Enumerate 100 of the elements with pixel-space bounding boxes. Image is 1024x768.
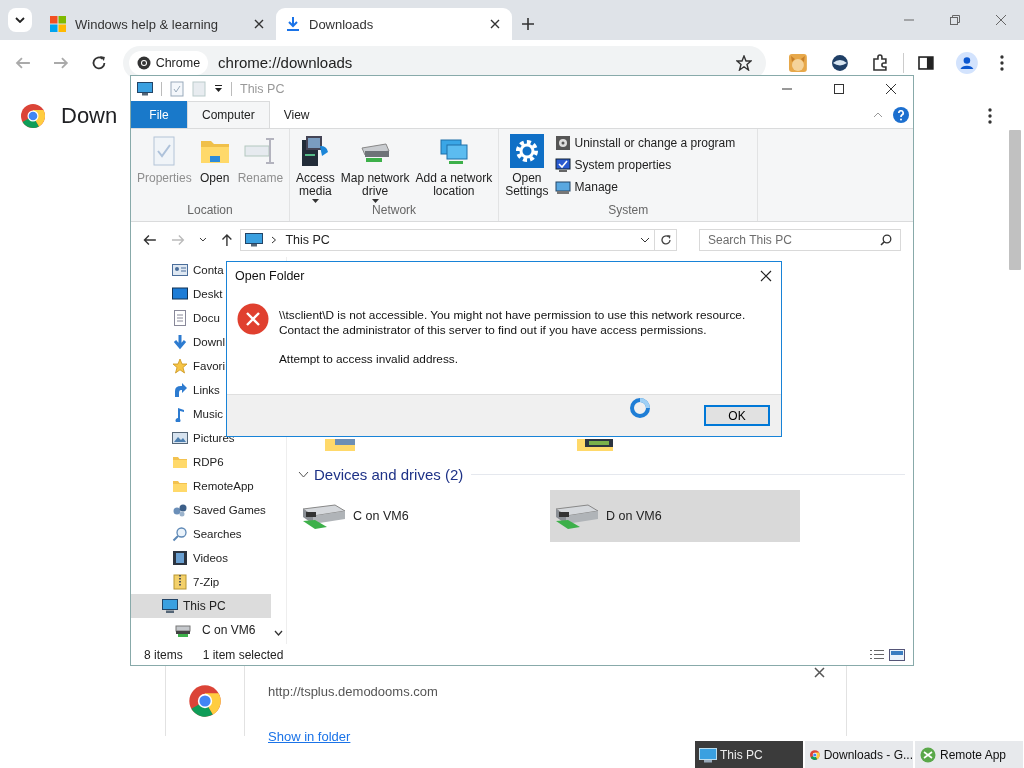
zip-folder-icon [172,574,188,590]
group-label: System [607,203,650,219]
nav-item[interactable]: RDP6 [131,450,271,474]
link-arrow-icon [172,382,188,398]
taskbar-button[interactable]: This PC [695,741,803,768]
search-icon [880,233,892,246]
drive-tile[interactable]: D on VM6 [550,490,800,542]
nav-item[interactable]: Docu [131,306,271,330]
ribbon-small-button[interactable]: System properties [554,156,736,174]
nav-item[interactable]: Pictures [131,426,271,450]
drive-icon [175,622,191,638]
help-icon[interactable] [893,106,909,123]
scrollbar-thumb[interactable] [1009,130,1021,270]
site-chip[interactable]: Chrome [128,50,209,75]
refresh-button[interactable] [655,228,677,251]
nav-item[interactable]: Favori [131,354,271,378]
chevron-icon [271,235,278,244]
nav-item[interactable]: Saved Games [131,498,271,522]
chrome-logo-icon [20,103,46,129]
checked-page-icon[interactable] [170,80,184,97]
button-label: Rename [237,172,284,185]
ribbon-button[interactable]: Open [195,134,234,203]
caret-icon [311,199,319,203]
nav-item[interactable]: Downl [131,330,271,354]
scroll-down-icon[interactable] [274,630,283,636]
menu-icon[interactable] [988,108,992,124]
error-message: \\tsclient\D is not accessible. You might not have permission to use this network resource. Contact the administrator of this server to find out if you have access permissions. [279,308,746,338]
computer-icon [699,746,717,763]
chrome-logo-icon [188,684,222,718]
caret-icon[interactable] [198,237,207,242]
nav-item[interactable]: Deskt [131,282,271,306]
button-label: Access media [296,172,335,198]
program-box-icon [554,135,571,151]
show-in-folder-link[interactable]: Show in folder [268,729,351,744]
menu-icon[interactable] [1000,54,1004,71]
computer-icon [137,81,153,96]
close-icon[interactable] [254,19,264,29]
maximize-icon[interactable] [833,82,845,95]
contact-card-icon [172,262,188,278]
refresh-icon [659,233,672,246]
collapse-caret-icon[interactable] [873,111,883,118]
search-field[interactable]: Search This PC [699,228,901,251]
chip-label: Chrome [155,55,201,70]
taskbar-button[interactable]: Remote App [915,741,1023,768]
taskbar-button[interactable]: Downloads - G... [805,741,913,768]
drive-tile[interactable]: C on VM6 [297,490,547,542]
button-label: Open Settings [505,172,549,198]
star-icon[interactable] [735,54,752,71]
back-icon[interactable] [143,233,157,246]
busy-cursor-icon [629,397,651,419]
new-tab-icon[interactable] [522,18,534,30]
side-panel-icon[interactable] [918,54,935,71]
close-icon[interactable] [814,667,825,678]
nav-item[interactable]: C on VM6 [131,618,271,642]
document-icon [172,310,188,326]
browser-tab[interactable]: Windows help & learning [40,8,276,40]
nav-item[interactable]: Searches [131,522,271,546]
puzzle-icon[interactable] [871,53,890,72]
drive-name: C on VM6 [353,509,409,523]
section-header[interactable]: Devices and drives (2) [297,465,464,483]
ribbon-tab[interactable]: Computer [187,101,270,128]
ribbon-button[interactable]: Open Settings [503,134,551,203]
ribbon-button[interactable]: Access media [294,134,337,203]
tab-title: Windows help & learning [75,16,220,32]
ribbon-button[interactable]: Map network drive [338,134,412,203]
reload-icon[interactable] [90,54,107,71]
page-title: Down [61,103,118,129]
group-label: Location [186,203,234,219]
ribbon-button[interactable]: Add a network location [413,134,495,203]
details-view-icon[interactable] [869,648,885,661]
monitor-check-icon [554,157,571,173]
tab-search-button[interactable] [8,8,32,32]
ok-button[interactable]: OK [704,405,770,426]
url-text: chrome://downloads [218,54,354,71]
file-tab[interactable]: File [131,101,187,128]
nav-item[interactable]: Music [131,402,271,426]
ribbon-small-button[interactable]: Manage [554,178,736,196]
caret-icon [371,199,379,203]
ribbon-tab[interactable]: View [269,101,324,128]
restore-icon[interactable] [949,14,961,26]
profile-icon[interactable] [956,51,979,74]
dropdown-icon[interactable] [214,84,223,93]
nav-item[interactable]: 7-Zip [131,570,271,594]
tiles-view-icon[interactable] [889,648,905,661]
close-icon[interactable] [490,19,500,29]
up-arrow-icon[interactable] [220,232,233,247]
nav-item[interactable]: RemoteApp [131,474,271,498]
address-field[interactable]: This PC [240,228,656,251]
caret-icon [640,236,651,243]
close-icon[interactable] [760,270,772,282]
nav-item[interactable]: Videos [131,546,271,570]
download-source: http://tsplus.demodooms.com [268,684,438,699]
close-icon[interactable] [885,82,897,95]
browser-tab[interactable]: Downloads [276,8,512,40]
ribbon-small-button[interactable]: Uninstall or change a program [554,134,736,152]
chevron-down-icon [298,470,309,478]
button-label: Open [200,172,230,185]
button-label: Map network drive [340,172,410,198]
nav-item[interactable]: Links [131,378,271,402]
nav-item[interactable]: This PC [131,594,271,618]
